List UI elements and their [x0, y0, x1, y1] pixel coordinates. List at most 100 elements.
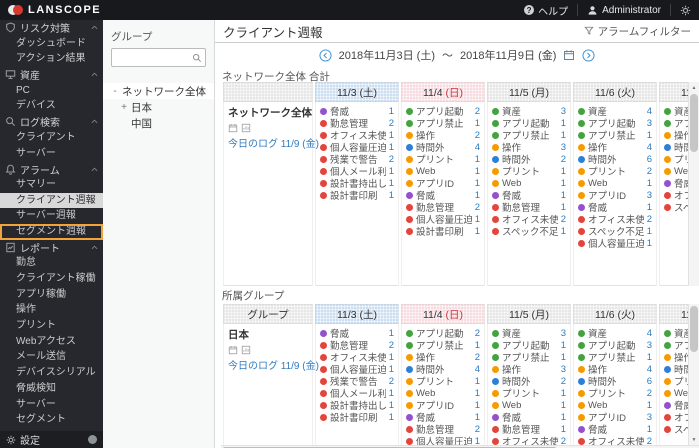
tree-item[interactable]: 中国	[103, 115, 214, 131]
alarm-count-link[interactable]: 1	[561, 388, 566, 399]
sidebar-section-header[interactable]: リスク対策	[0, 20, 103, 36]
alarm-count-link[interactable]: 1	[647, 400, 652, 411]
tree-item[interactable]: + 日本	[103, 99, 214, 115]
sidebar-item[interactable]: セグメント週報	[0, 223, 103, 240]
alarm-count-link[interactable]: 3	[647, 118, 652, 129]
alarm-count-link[interactable]: 3	[647, 412, 652, 423]
alarm-count-link[interactable]: 2	[389, 154, 394, 165]
vertical-scrollbar[interactable]: ▲	[688, 82, 699, 286]
help-button[interactable]: ? ヘルプ	[524, 3, 568, 18]
scroll-up-arrow-icon[interactable]: ▲	[689, 82, 699, 93]
sidebar-item[interactable]: サーバー	[0, 146, 103, 162]
alarm-count-link[interactable]: 6	[647, 154, 652, 165]
alarm-count-link[interactable]: 2	[475, 328, 480, 339]
sidebar-item[interactable]: メール送信	[0, 349, 103, 365]
alarm-count-link[interactable]: 4	[475, 364, 480, 375]
alarm-count-link[interactable]: 3	[647, 190, 652, 201]
alarm-count-link[interactable]: 1	[561, 118, 566, 129]
alarm-count-link[interactable]: 1	[389, 178, 394, 189]
alarm-count-link[interactable]: 1	[647, 226, 652, 237]
alarm-count-link[interactable]: 1	[647, 178, 652, 189]
sidebar-item[interactable]: プリント	[0, 318, 103, 334]
alarm-count-link[interactable]: 4	[647, 106, 652, 117]
alarm-count-link[interactable]: 1	[561, 178, 566, 189]
alarm-count-link[interactable]: 1	[475, 154, 480, 165]
sidebar-item[interactable]: アクション結果	[0, 51, 103, 67]
alarm-count-link[interactable]: 1	[389, 412, 394, 423]
search-icon[interactable]	[192, 53, 202, 63]
alarm-count-link[interactable]: 1	[561, 130, 566, 141]
gear-icon[interactable]	[680, 5, 691, 16]
sidebar-item[interactable]: サーバー	[0, 397, 103, 413]
alarm-count-link[interactable]: 1	[389, 106, 394, 117]
alarm-count-link[interactable]: 1	[561, 166, 566, 177]
alarm-count-link[interactable]: 1	[475, 376, 480, 387]
alarm-count-link[interactable]: 1	[647, 202, 652, 213]
sidebar-item[interactable]: Webアクセス	[0, 334, 103, 350]
sidebar-section-header[interactable]: 資産	[0, 67, 103, 83]
alarm-count-link[interactable]: 1	[647, 424, 652, 435]
sidebar-item[interactable]: アプリ稼働	[0, 287, 103, 303]
alarm-count-link[interactable]: 1	[475, 400, 480, 411]
alarm-count-link[interactable]: 1	[561, 412, 566, 423]
alarm-count-link[interactable]: 1	[561, 352, 566, 363]
alarm-count-link[interactable]: 1	[647, 238, 652, 249]
sidebar-section-header[interactable]: ログ検索	[0, 114, 103, 130]
sidebar-section-header[interactable]: アラーム	[0, 161, 103, 177]
alarm-count-link[interactable]: 1	[561, 340, 566, 351]
alarm-count-link[interactable]: 2	[475, 130, 480, 141]
alarm-count-link[interactable]: 1	[389, 166, 394, 177]
sidebar-item[interactable]: サーバー週報	[0, 208, 103, 224]
alarm-count-link[interactable]: 3	[647, 340, 652, 351]
alarm-count-link[interactable]: 1	[389, 352, 394, 363]
alarm-count-link[interactable]: 3	[561, 142, 566, 153]
alarm-count-link[interactable]: 2	[561, 376, 566, 387]
next-week-button[interactable]	[582, 48, 595, 62]
alarm-count-link[interactable]: 1	[389, 328, 394, 339]
sidebar-item[interactable]: セグメント	[0, 412, 103, 428]
alarm-count-link[interactable]: 1	[475, 190, 480, 201]
vertical-scrollbar[interactable]: ▼	[688, 304, 699, 445]
sidebar-item[interactable]: 操作	[0, 302, 103, 318]
alarm-count-link[interactable]: 1	[389, 388, 394, 399]
tree-expander-icon[interactable]: -	[111, 86, 119, 97]
alarm-count-link[interactable]: 2	[475, 106, 480, 117]
alarm-count-link[interactable]: 2	[475, 352, 480, 363]
alarm-count-link[interactable]: 2	[389, 118, 394, 129]
tree-expander-icon[interactable]: +	[120, 102, 128, 113]
scrollbar-thumb[interactable]	[690, 94, 698, 152]
alarm-count-link[interactable]: 1	[647, 130, 652, 141]
scroll-down-arrow-icon[interactable]: ▼	[689, 434, 699, 445]
alarm-count-link[interactable]: 1	[389, 142, 394, 153]
tree-item[interactable]: - ネットワーク全体	[103, 83, 214, 99]
alarm-count-link[interactable]: 3	[561, 328, 566, 339]
alarm-count-link[interactable]: 1	[475, 340, 480, 351]
sidebar-item-settings[interactable]: 設定	[0, 431, 103, 448]
sidebar-item[interactable]: デバイスシリアル	[0, 365, 103, 381]
alarm-count-link[interactable]: 1	[561, 400, 566, 411]
alarm-count-link[interactable]: 4	[647, 142, 652, 153]
sidebar-item[interactable]: PC	[0, 83, 103, 99]
alarm-count-link[interactable]: 2	[389, 376, 394, 387]
alarm-count-link[interactable]: 1	[389, 364, 394, 375]
alarm-count-link[interactable]: 2	[647, 214, 652, 225]
alarm-count-link[interactable]: 1	[475, 118, 480, 129]
alarm-count-link[interactable]: 1	[561, 226, 566, 237]
alarm-count-link[interactable]: 1	[561, 202, 566, 213]
alarm-filter-button[interactable]: アラームフィルター	[584, 24, 691, 39]
alarm-count-link[interactable]: 1	[475, 166, 480, 177]
alarm-count-link[interactable]: 2	[647, 166, 652, 177]
alarm-count-link[interactable]: 1	[475, 178, 480, 189]
alarm-count-link[interactable]: 6	[647, 376, 652, 387]
alarm-count-link[interactable]: 1	[475, 226, 480, 237]
alarm-count-link[interactable]: 2	[475, 424, 480, 435]
group-search-input[interactable]	[115, 51, 192, 64]
today-log-link[interactable]: 今日のログ 11/9 (金)	[228, 135, 319, 150]
alarm-count-link[interactable]: 1	[561, 190, 566, 201]
today-log-link[interactable]: 今日のログ 11/9 (金)	[228, 357, 319, 372]
alarm-count-link[interactable]: 1	[561, 424, 566, 435]
prev-week-button[interactable]	[319, 48, 332, 62]
alarm-count-link[interactable]: 1	[389, 400, 394, 411]
sidebar-item[interactable]: 勤怠	[0, 255, 103, 271]
alarm-count-link[interactable]: 3	[561, 364, 566, 375]
